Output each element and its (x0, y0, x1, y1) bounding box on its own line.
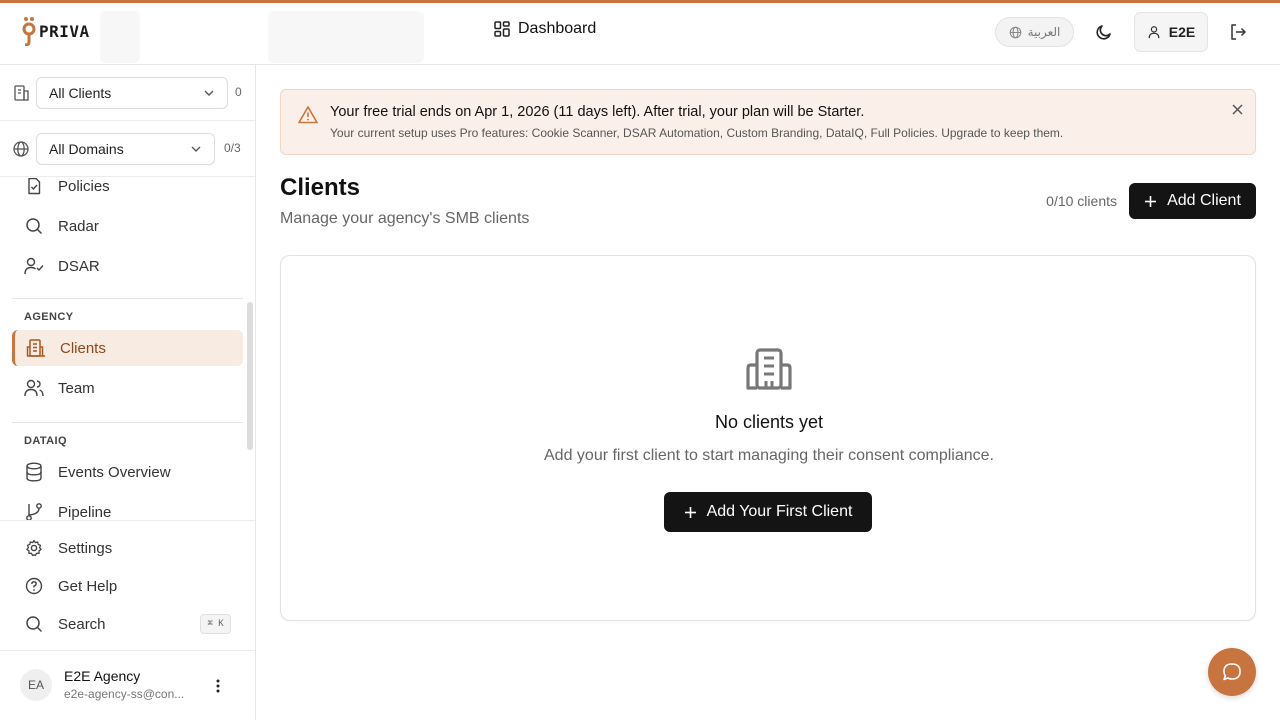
sidebar-item-label: Pipeline (58, 503, 112, 521)
trial-banner: Your free trial ends on Apr 1, 2026 (11 … (280, 89, 1256, 155)
avatar: EA (20, 669, 52, 701)
page-title: Clients (280, 174, 361, 201)
page-subtitle: Manage your agency's SMB clients (280, 210, 530, 227)
add-first-client-button[interactable]: Add Your First Client (664, 492, 872, 532)
user-options-button[interactable] (208, 675, 228, 697)
domain-select-value: All Domains (49, 141, 124, 157)
sidebar-item-pipeline[interactable]: Pipeline (12, 494, 243, 521)
sidebar-item-label: Events Overview (58, 463, 171, 481)
client-select-value: All Clients (49, 85, 112, 101)
plus-icon (684, 506, 696, 518)
logout-icon (1231, 24, 1246, 40)
more-vertical-icon (216, 679, 220, 693)
sidebar-item-label: Radar (58, 217, 99, 235)
moon-icon (1096, 25, 1111, 40)
building-icon (746, 348, 792, 390)
banner-text: Your current setup uses Pro features: Co… (330, 126, 1064, 140)
client-filter-row: All Clients 0 (0, 65, 255, 121)
sidebar-item-label: Policies (58, 178, 110, 195)
add-client-button[interactable]: Add Client (1129, 183, 1256, 219)
theme-toggle-button[interactable] (1090, 17, 1118, 47)
sidebar-item-label: Get Help (58, 577, 118, 595)
domain-count-badge: 0/3 (224, 141, 241, 155)
sidebar-divider (12, 298, 243, 299)
git-branch-icon (26, 503, 42, 520)
client-count-badge: 0 (235, 85, 242, 99)
sidebar-item-team[interactable]: Team (12, 370, 243, 406)
users-icon (24, 379, 44, 397)
section-label-dataiq: DATAIQ (24, 435, 67, 447)
gear-icon (26, 539, 42, 557)
domain-filter-row: All Domains 0/3 (0, 121, 255, 177)
user-icon (1148, 26, 1160, 39)
sidebar-item-clients[interactable]: Clients (12, 330, 243, 366)
add-client-label: Add Client (1167, 192, 1241, 209)
sidebar-item-label: Settings (58, 539, 113, 557)
database-icon (26, 462, 42, 482)
sidebar-item-events-overview[interactable]: Events Overview (12, 454, 243, 490)
close-icon (1231, 103, 1243, 115)
sidebar-item-label: DSAR (58, 257, 100, 275)
chat-bubble-icon (1223, 663, 1241, 681)
document-check-icon (28, 178, 41, 195)
language-toggle-button[interactable]: العربية (995, 17, 1074, 47)
sidebar-scrollbar[interactable] (247, 302, 253, 450)
search-icon (26, 616, 43, 633)
language-label: العربية (1027, 25, 1061, 39)
globe-icon (1009, 26, 1021, 38)
building-icon (26, 339, 45, 357)
plus-icon (1145, 195, 1157, 207)
globe-icon (13, 141, 29, 157)
add-first-client-label: Add Your First Client (706, 503, 853, 520)
sidebar-item-label: Clients (60, 339, 106, 357)
user-menu-button[interactable]: E2E (1134, 12, 1208, 52)
sidebar-item-label: Search (58, 615, 106, 633)
warning-icon (298, 106, 318, 124)
search-shortcut-badge: ⌘ K (200, 614, 231, 634)
search-icon (26, 218, 43, 235)
sidebar-item-get-help[interactable]: Get Help (12, 568, 243, 604)
dashboard-grid-icon (494, 21, 510, 37)
chat-support-button[interactable] (1208, 648, 1256, 696)
chevron-down-icon (204, 90, 214, 96)
chevron-down-icon (191, 146, 201, 152)
sidebar-item-settings[interactable]: Settings (12, 530, 243, 566)
empty-state-title: No clients yet (714, 412, 824, 432)
page-header-title: Dashboard (494, 20, 596, 38)
user-name: E2E Agency (64, 668, 141, 684)
banner-title: Your free trial ends on Apr 1, 2026 (11 … (330, 104, 865, 120)
domain-select[interactable]: All Domains (36, 133, 215, 165)
empty-state-card: No clients yet Add your first client to … (280, 255, 1256, 621)
sidebar-divider (12, 422, 243, 423)
sidebar: All Clients 0 All Domains 0/3 Policies R… (0, 65, 256, 720)
header-title-text: Dashboard (518, 20, 597, 37)
client-select[interactable]: All Clients (36, 77, 228, 109)
blurred-decoration (100, 11, 140, 63)
blurred-decoration (268, 11, 424, 63)
empty-state-text: Add your first client to start managing … (544, 447, 994, 464)
app-header: PRIVA Dashboard العربية E2E (0, 3, 1280, 65)
client-usage-count: 0/10 clients (1046, 193, 1117, 209)
banner-close-button[interactable] (1228, 100, 1246, 118)
sidebar-item-label: Team (58, 379, 95, 397)
sidebar-nav: Policies Radar DSAR AGENCY Clients Team … (0, 178, 255, 521)
brand-logo[interactable]: PRIVA (22, 15, 90, 47)
help-circle-icon (25, 577, 43, 595)
section-label-agency: AGENCY (24, 311, 74, 323)
user-profile-card[interactable]: EA E2E Agency e2e-agency-ss@con... (0, 650, 255, 720)
logo-text: PRIVA (39, 21, 90, 41)
sidebar-item-policies[interactable]: Policies (12, 178, 243, 204)
logout-button[interactable] (1226, 17, 1250, 47)
building-icon (14, 85, 29, 101)
user-check-icon (24, 257, 44, 275)
user-email: e2e-agency-ss@con... (64, 687, 185, 701)
logo-mark-icon (22, 17, 36, 46)
sidebar-item-dsar[interactable]: DSAR (12, 248, 243, 284)
sidebar-item-radar[interactable]: Radar (12, 208, 243, 244)
user-menu-label: E2E (1168, 24, 1196, 40)
